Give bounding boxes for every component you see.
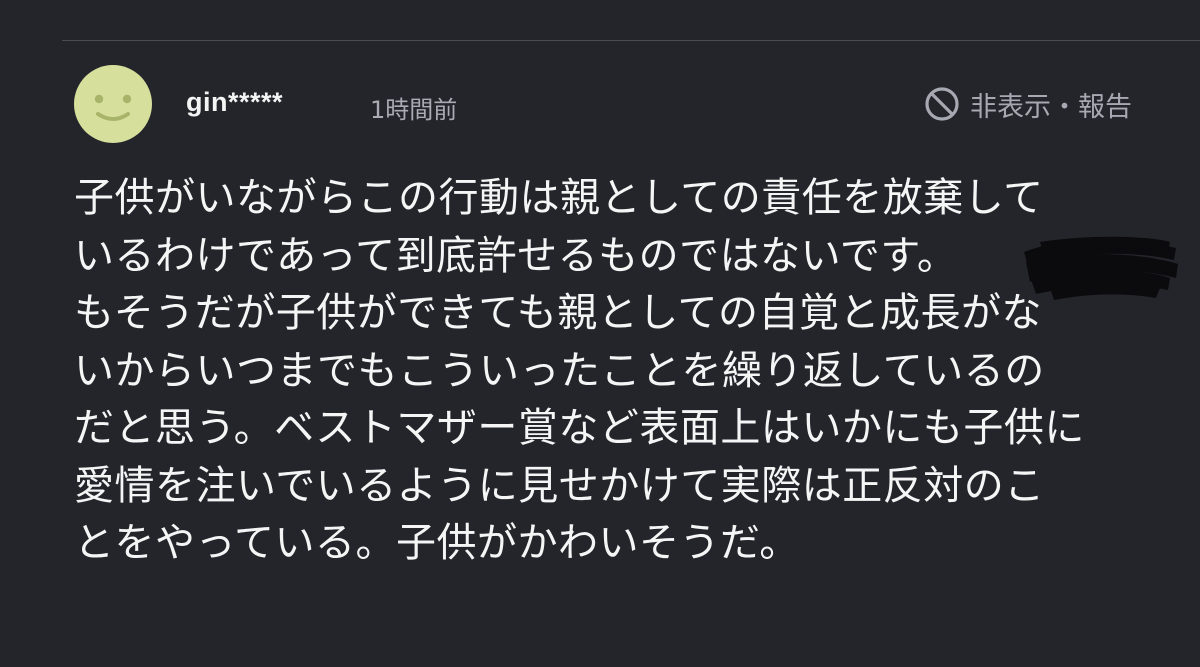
comment-line: だと思う。ベストマザー賞など表面上はいかにも子供に: [74, 405, 1085, 451]
username[interactable]: gin*****: [186, 87, 283, 118]
comment-line: いるわけであって到底許せるものではないです。: [74, 232, 958, 279]
smiley-face-icon[interactable]: [74, 65, 152, 143]
comment-line: とをやっている。子供がかわいそうだ。: [74, 520, 800, 566]
comment-line: 愛情を注いでいるように見せかけて実際は正反対のこ: [74, 462, 1045, 509]
timestamp: 1時間前: [370, 96, 458, 124]
comment-page: gin***** 1時間前 非表示・報告 子供がいながらこの行動は親としての責任…: [0, 0, 1200, 667]
hide-report-button[interactable]: 非表示・報告: [924, 84, 1132, 124]
comment-line: 子供がいながらこの行動は親としての責任を放棄して: [74, 175, 1044, 221]
ban-icon: [925, 87, 959, 121]
hide-report-label: 非表示・報告: [970, 91, 1132, 123]
comment-header: gin***** 1時間前 非表示・報告: [0, 58, 1200, 148]
comment-body: 子供がいながらこの行動は親としての責任を放棄して いるわけであって到底許せるもの…: [74, 170, 1184, 573]
redaction-scribble: [1024, 236, 1178, 300]
top-divider: [62, 40, 1200, 41]
comment-line: もそうだが子供ができても親としての自覚と成長がな: [74, 290, 1042, 336]
comment-line: いからいつまでもこういったことを繰り返しているの: [74, 347, 1045, 394]
